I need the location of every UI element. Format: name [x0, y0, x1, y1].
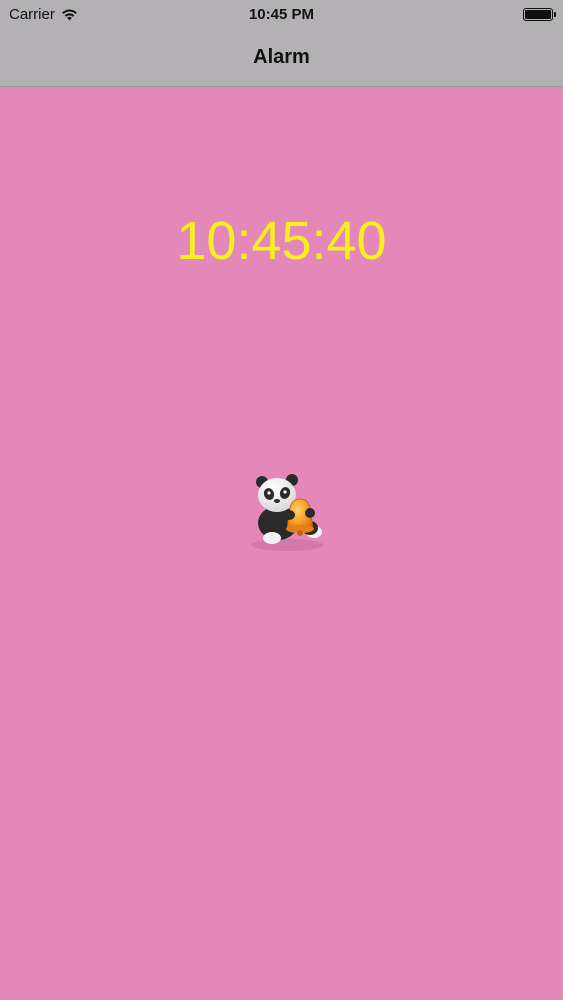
status-bar: Carrier 10:45 PM — [0, 0, 563, 30]
battery-icon — [523, 8, 556, 21]
clock-display: 10:45:40 — [176, 211, 387, 271]
battery-fill — [525, 10, 551, 19]
panda-with-bell-icon[interactable] — [242, 468, 332, 553]
page-title: Alarm — [253, 46, 310, 68]
status-time: 10:45 PM — [248, 6, 315, 23]
top-bar: Carrier 10:45 PM Alarm — [0, 0, 563, 87]
